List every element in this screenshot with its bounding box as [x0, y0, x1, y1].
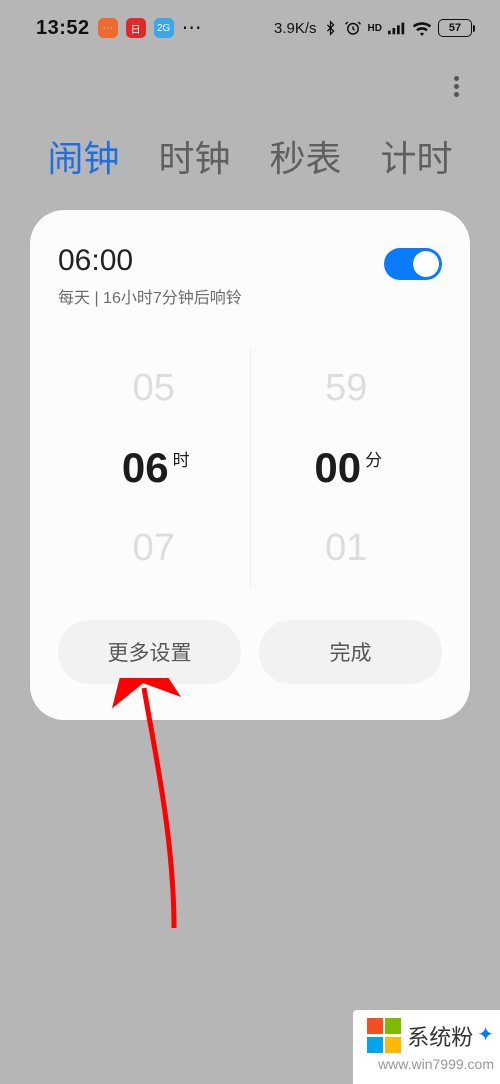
signal-icon [388, 21, 406, 35]
done-button[interactable]: 完成 [259, 620, 442, 684]
status-hd-icon: HD [368, 23, 382, 34]
alarm-time-label: 06:00 [58, 244, 242, 278]
bluetooth-icon [323, 20, 338, 36]
status-left: 13:52 ⋯ 日 2G ⋯ [36, 17, 203, 40]
minute-next: 01 [251, 508, 443, 588]
tab-clock[interactable]: 时钟 [158, 130, 230, 182]
alarm-subtitle: 每天 | 16小时7分钟后响铃 [58, 284, 242, 308]
time-picker[interactable]: 05 06时 07 59 00分 01 [58, 348, 442, 588]
watermark-title: 系统粉 [407, 1020, 473, 1052]
more-menu-button[interactable] [442, 72, 470, 100]
alarm-edit-card: 06:00 每天 | 16小时7分钟后响铃 05 06时 07 59 00分 0… [30, 210, 470, 720]
battery-icon: 57 [438, 19, 472, 37]
hour-current: 06时 [58, 428, 250, 508]
screen-root: 13:52 ⋯ 日 2G ⋯ 3.9K/s HD 57 闹钟 时钟 秒表 计时 [0, 0, 500, 1084]
tab-alarm[interactable]: 闹钟 [47, 130, 119, 182]
watermark: 系统粉 ✦ www.win7999.com [353, 1010, 500, 1084]
alarm-enable-toggle[interactable] [384, 248, 442, 280]
status-bar: 13:52 ⋯ 日 2G ⋯ 3.9K/s HD 57 [0, 0, 500, 56]
status-netspeed: 3.9K/s [274, 20, 317, 37]
status-time: 13:52 [36, 17, 90, 40]
status-notification-icon: ⋯ [98, 18, 118, 38]
status-more-icon: ⋯ [182, 24, 203, 32]
tab-timer[interactable]: 计时 [380, 130, 452, 182]
more-settings-button[interactable]: 更多设置 [58, 620, 241, 684]
tab-stopwatch[interactable]: 秒表 [269, 130, 341, 182]
minute-current: 00分 [251, 428, 443, 508]
wifi-icon [412, 21, 432, 36]
hour-prev: 05 [58, 348, 250, 428]
clock-tabs: 闹钟 时钟 秒表 计时 [0, 130, 500, 182]
watermark-star-icon: ✦ [477, 1022, 494, 1047]
minute-picker[interactable]: 59 00分 01 [250, 348, 443, 588]
watermark-url: www.win7999.com [363, 1056, 494, 1072]
status-notification-icon: 2G [154, 18, 174, 38]
status-right: 3.9K/s HD 57 [274, 19, 472, 37]
alarm-icon [344, 19, 362, 37]
status-notification-icon: 日 [126, 18, 146, 38]
watermark-logo-icon [367, 1018, 403, 1054]
hour-next: 07 [58, 508, 250, 588]
hour-picker[interactable]: 05 06时 07 [58, 348, 250, 588]
minute-prev: 59 [251, 348, 443, 428]
